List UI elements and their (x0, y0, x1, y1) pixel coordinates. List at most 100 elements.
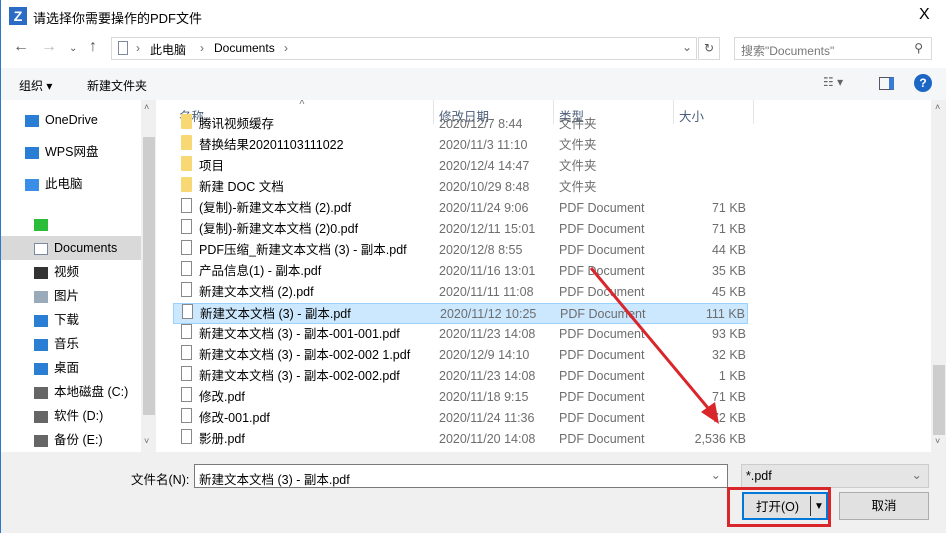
file-type: 文件夹 (559, 138, 597, 152)
app-icon (34, 218, 48, 231)
view-options-icon[interactable]: ☷ ▾ (823, 75, 843, 89)
cloud-icon (25, 114, 39, 127)
pdf-file-icon (182, 304, 193, 319)
file-name: 项目 (199, 159, 225, 173)
sidebar-item[interactable]: Documents (1, 236, 141, 260)
file-row[interactable]: 新建 DOC 文档 2020/10/29 8:48 文件夹 (173, 177, 748, 198)
file-row[interactable]: 腾讯视频缓存 2020/12/7 8:44 文件夹 (173, 114, 748, 135)
file-row[interactable]: 产品信息(1) - 副本.pdf 2020/11/16 13:01 PDF Docu… (173, 261, 748, 282)
file-size: 32 KB (711, 348, 746, 362)
toolbar: 组织 ▾ 新建文件夹 ☷ ▾ ? (1, 68, 946, 100)
sidebar-item[interactable]: 下载 (1, 308, 141, 332)
file-list-scrollbar-thumb[interactable] (933, 365, 945, 435)
file-row[interactable]: 项目 2020/12/4 14:47 文件夹 (173, 156, 748, 177)
file-size: 71 KB (711, 222, 746, 236)
file-date: 2020/11/3 11:10 (439, 138, 528, 152)
file-name: (复制)-新建文本文档 (2).pdf (199, 201, 352, 215)
refresh-button[interactable]: ↻ (698, 37, 720, 60)
pdf-file-icon (181, 198, 192, 213)
breadcrumb-this-pc[interactable]: 此电脑 (150, 41, 186, 58)
picture-icon (34, 290, 48, 303)
file-type-select[interactable]: *.pdf ⌄ (741, 464, 929, 488)
dialog-footer: 文件名(N): 新建文本文档 (3) - 副本.pdf ⌄ *.pdf ⌄ 打开… (1, 452, 946, 533)
pdf-file-icon (181, 282, 192, 297)
open-label: 打开(O) (756, 500, 800, 514)
close-button[interactable]: X (919, 6, 930, 24)
sidebar-item[interactable]: OneDrive (1, 108, 141, 132)
file-name: PDF压缩_新建文本文档 (3) - 副本.pdf (199, 243, 407, 257)
file-type: PDF Document (560, 307, 646, 321)
file-row[interactable]: PDF压缩_新建文本文档 (3) - 副本.pdf 2020/12/8 8:55 P… (173, 240, 748, 261)
dropdown-arrow-icon[interactable]: ▼ (814, 494, 824, 520)
up-icon[interactable]: ↑ (89, 38, 97, 56)
file-row[interactable]: 新建文本文档 (3) - 副本-002-002 1.pdf 2020/12/9 1… (173, 345, 748, 366)
sidebar-item[interactable]: 备份 (E:) (1, 428, 141, 452)
file-size: 45 KB (711, 285, 746, 299)
file-type: PDF Document (559, 390, 645, 404)
file-size: 35 KB (711, 264, 746, 278)
file-type: PDF Document (559, 327, 645, 341)
cancel-button[interactable]: 取消 (839, 492, 929, 520)
forward-icon[interactable]: → (41, 38, 57, 56)
file-row[interactable]: 修改.pdf 2020/11/18 9:15 PDF Document 71 KB (173, 387, 748, 408)
file-row[interactable]: 新建文本文档 (3) - 副本-001-001.pdf 2020/11/23 14… (173, 324, 748, 345)
help-icon[interactable]: ? (914, 74, 932, 92)
drive-icon (34, 386, 48, 399)
navigation-pane: OneDrive WPS网盘此电脑 Documents 视频 图片 下载音乐桌面本地磁盘 … (1, 100, 141, 471)
filename-input[interactable]: 新建文本文档 (3) - 副本.pdf ⌄ (194, 464, 728, 488)
file-row[interactable]: 新建文本文档 (2).pdf 2020/11/11 11:08 PDF Docume… (173, 282, 748, 303)
address-bar[interactable]: › 此电脑 › Documents › ⌄ (111, 37, 697, 60)
file-type: PDF Document (559, 411, 645, 425)
sidebar-item[interactable]: 此电脑 (1, 172, 141, 196)
recent-dropdown-icon[interactable]: ⌄ (69, 43, 77, 54)
organize-button[interactable]: 组织 ▾ (19, 77, 52, 94)
file-row[interactable]: 影册.pdf 2020/11/20 14:08 PDF Document 2,536 … (173, 429, 748, 450)
nav-scrollbar-thumb[interactable] (143, 137, 155, 415)
file-type: PDF Document (559, 222, 645, 236)
file-date: 2020/11/23 14:08 (439, 327, 536, 341)
file-date: 2020/12/8 8:55 (439, 243, 523, 257)
file-row[interactable]: 新建文本文档 (3) - 副本-002-002.pdf 2020/11/23 14… (173, 366, 748, 387)
file-type: PDF Document (559, 369, 645, 383)
sidebar-item[interactable]: 软件 (D:) (1, 404, 141, 428)
file-name: 新建 DOC 文档 (199, 180, 284, 194)
file-name: (复制)-新建文本文档 (2)0.pdf (199, 222, 359, 236)
chevron-down-icon[interactable]: ⌄ (711, 467, 721, 482)
sidebar-item[interactable] (1, 212, 141, 236)
file-row[interactable]: 新建文本文档 (3) - 副本.pdf 2020/11/12 10:25 PDF D… (173, 303, 748, 324)
open-button[interactable]: 打开(O) ▼ (742, 492, 828, 520)
file-date: 2020/11/24 9:06 (439, 201, 529, 215)
search-input[interactable]: 搜索"Documents" ⚲ (734, 37, 932, 60)
file-row[interactable]: (复制)-新建文本文档 (2).pdf 2020/11/24 9:06 PDF Do… (173, 198, 748, 219)
new-folder-button[interactable]: 新建文件夹 (87, 77, 147, 94)
file-size: 72 KB (711, 411, 746, 425)
sidebar-item[interactable]: 视频 (1, 260, 141, 284)
sidebar-item[interactable]: WPS网盘 (1, 140, 141, 164)
sidebar-item-label: WPS网盘 (45, 145, 99, 159)
drive-icon (34, 434, 48, 447)
file-name: 新建文本文档 (3) - 副本.pdf (200, 307, 351, 321)
file-date: 2020/11/11 11:08 (439, 285, 534, 299)
file-name: 产品信息(1) - 副本.pdf (199, 264, 322, 278)
file-row[interactable]: 修改-001.pdf 2020/11/24 11:36 PDF Document 72… (173, 408, 748, 429)
sidebar-item-label: 备份 (E:) (54, 433, 103, 447)
file-date: 2020/10/29 8:48 (439, 180, 530, 194)
pdf-file-icon (181, 261, 192, 276)
chevron-down-icon[interactable]: ⌄ (682, 40, 692, 54)
file-type-value: *.pdf (746, 469, 772, 483)
breadcrumb-documents[interactable]: Documents (214, 41, 275, 55)
sidebar-item-label: 音乐 (54, 337, 80, 351)
sidebar-item-label: 本地磁盘 (C:) (54, 385, 129, 399)
file-row[interactable]: (复制)-新建文本文档 (2)0.pdf 2020/12/11 15:01 PDF … (173, 219, 748, 240)
sidebar-item[interactable]: 桌面 (1, 356, 141, 380)
file-size: 71 KB (711, 201, 746, 215)
sidebar-item[interactable]: 音乐 (1, 332, 141, 356)
file-row[interactable]: 替换结果20201103111022 2020/11/3 11:10 文件夹 (173, 135, 748, 156)
file-date: 2020/11/24 11:36 (439, 411, 535, 425)
preview-pane-icon[interactable] (879, 77, 894, 90)
music-icon (34, 338, 48, 351)
file-size: 93 KB (711, 327, 746, 341)
back-icon[interactable]: ← (13, 38, 29, 56)
sidebar-item[interactable]: 本地磁盘 (C:) (1, 380, 141, 404)
sidebar-item[interactable]: 图片 (1, 284, 141, 308)
